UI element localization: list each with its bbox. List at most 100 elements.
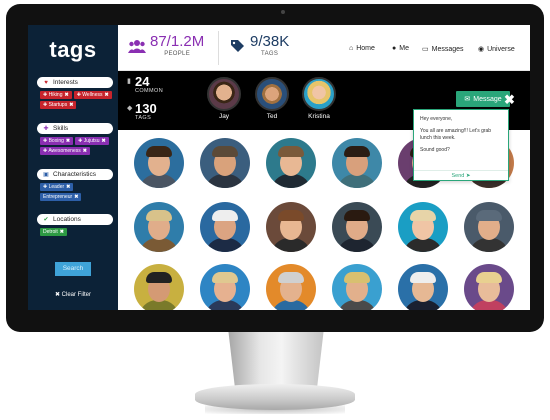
tag-chip[interactable]: ✚ Jujutsu ✖ [75, 137, 109, 145]
person-avatar[interactable] [266, 264, 316, 310]
avatar-hair [278, 146, 304, 157]
avatar-body [271, 174, 311, 188]
avatar-hair [212, 210, 238, 221]
filter-title: Skills [53, 125, 69, 132]
user-icon: ● [392, 45, 397, 52]
person-avatar[interactable] [464, 264, 514, 310]
plus-circle-icon: ✚ [43, 126, 49, 132]
person-avatar[interactable] [134, 138, 184, 188]
avatar-body [403, 238, 443, 252]
person-avatar[interactable] [398, 264, 448, 310]
tag-chip[interactable]: ✚ Wellness ✖ [73, 91, 112, 99]
filter-pill-skills[interactable]: ✚ Skills [37, 123, 113, 134]
tags-label: TAGS [261, 51, 279, 57]
tag-chip[interactable]: Detroit ✖ [40, 228, 67, 236]
filter-title: Characteristics [53, 171, 96, 178]
avatar-hair [278, 272, 304, 283]
person-avatar[interactable] [398, 202, 448, 252]
tags-count: 9/38K [250, 33, 290, 50]
avatar [255, 77, 289, 111]
common-tags-count: 130 [135, 101, 157, 116]
message-popup: Hey everyone, You all are amazing!!! Let… [413, 109, 509, 181]
send-button[interactable]: Send ➤ [414, 170, 508, 180]
person-avatar[interactable] [332, 138, 382, 188]
tag-list: ✚ Boxing ✖ ✚ Jujutsu ✖ ✚ Awesomeness ✖ [37, 137, 113, 155]
tag-list: Detroit ✖ [37, 228, 113, 236]
friend-name: Kristina [308, 113, 330, 120]
app-logo[interactable]: tags [28, 37, 118, 63]
product-mockup: tags ♥ Interests ✚ Hiking ✖ ✚ Wellness ✖ ✚… [0, 0, 550, 420]
heart-icon: ♥ [44, 79, 48, 86]
avatar-hair [212, 146, 238, 157]
top-header: 87/1.2M PEOPLE 9/38K TAGS ⌂ Home ● Me ▭ … [118, 25, 530, 71]
common-tags-stat: ◆ 130 TAGS [127, 101, 157, 121]
envelope-icon: ✉ [464, 96, 471, 103]
nav-universe[interactable]: ◉ Universe [478, 45, 515, 54]
person-avatar[interactable] [332, 264, 382, 310]
avatar-body [469, 238, 509, 252]
tag-chip[interactable]: ✚ Leader ✖ [40, 183, 74, 191]
inbox-icon: ▭ [422, 46, 429, 53]
nav-me[interactable]: ● Me [392, 45, 409, 52]
people-icon [128, 39, 146, 53]
filter-group-interests: ♥ Interests ✚ Hiking ✖ ✚ Wellness ✖ ✚ Star… [37, 77, 113, 109]
filter-pill-characteristics[interactable]: ▣ Characteristics [37, 169, 113, 180]
person-avatar[interactable] [332, 202, 382, 252]
tag-chip[interactable]: ✚ Startups ✖ [40, 101, 77, 109]
common-count: 24 [135, 74, 150, 89]
filter-pill-locations[interactable]: ✔ Locations [37, 214, 113, 225]
user-card-icon: ▣ [43, 172, 49, 178]
clear-filter-label: Clear Filter [61, 292, 92, 298]
message-line[interactable]: You all are amazing!!! Let's grab lunch … [420, 128, 502, 142]
filter-title: Locations [53, 216, 81, 223]
tag-chip[interactable]: ✚ Hiking ✖ [40, 91, 72, 99]
person-avatar[interactable] [266, 202, 316, 252]
clear-filter-link[interactable]: ✖ Clear Filter [28, 291, 118, 298]
common-label: COMMON [135, 88, 164, 94]
sidebar: tags ♥ Interests ✚ Hiking ✖ ✚ Wellness ✖ ✚… [28, 25, 118, 310]
tag-chip[interactable]: ✚ Boxing ✖ [40, 137, 74, 145]
person-avatar[interactable] [200, 264, 250, 310]
avatar-hair [410, 210, 436, 221]
monitor-frame: tags ♥ Interests ✚ Hiking ✖ ✚ Wellness ✖ ✚… [6, 4, 544, 332]
send-icon: ➤ [465, 173, 471, 179]
message-button[interactable]: ✉ Message [456, 91, 510, 107]
bookmark-icon: ▮ [127, 78, 131, 85]
search-button[interactable]: Search [55, 262, 91, 276]
person-avatar[interactable] [464, 202, 514, 252]
person-avatar[interactable] [266, 138, 316, 188]
nav-home[interactable]: ⌂ Home [349, 45, 375, 52]
avatar-body [271, 238, 311, 252]
home-icon: ⌂ [349, 45, 354, 52]
avatar-hair [344, 272, 370, 283]
nav-messages[interactable]: ▭ Messages [422, 45, 464, 54]
tag-chip[interactable]: Entrepreneur ✖ [40, 193, 82, 201]
message-line[interactable]: Hey everyone, [420, 116, 502, 123]
close-icon[interactable]: ✖ [504, 92, 515, 108]
person-avatar[interactable] [200, 202, 250, 252]
filter-title: Interests [53, 79, 78, 86]
person-avatar[interactable] [134, 264, 184, 310]
tags-stat: 9/38K TAGS [230, 34, 289, 57]
avatar-hair [212, 272, 238, 283]
message-line[interactable]: Sound good? [420, 147, 502, 154]
check-icon: ✔ [43, 217, 49, 223]
avatar-hair [146, 146, 172, 157]
people-count: 87/1.2M [150, 33, 205, 50]
avatar-body [205, 238, 245, 252]
filter-pill-interests[interactable]: ♥ Interests [37, 77, 113, 88]
friend-name: Jay [218, 113, 230, 120]
people-stat: 87/1.2M PEOPLE [128, 34, 204, 57]
tag-list: ✚ Leader ✖ Entrepreneur ✖ [37, 183, 113, 201]
person-avatar[interactable] [134, 202, 184, 252]
friend-ted[interactable]: Ted [253, 77, 291, 120]
common-stat: ▮ 24 COMMON [127, 74, 164, 94]
avatar-body [337, 174, 377, 188]
app-screen: tags ♥ Interests ✚ Hiking ✖ ✚ Wellness ✖ ✚… [28, 25, 530, 310]
avatar [302, 77, 336, 111]
tag-chip[interactable]: ✚ Awesomeness ✖ [40, 147, 90, 155]
filter-group-locations: ✔ Locations Detroit ✖ [37, 214, 113, 236]
person-avatar[interactable] [200, 138, 250, 188]
friend-kristina[interactable]: Kristina [300, 77, 338, 120]
friend-jay[interactable]: Jay [205, 77, 243, 120]
